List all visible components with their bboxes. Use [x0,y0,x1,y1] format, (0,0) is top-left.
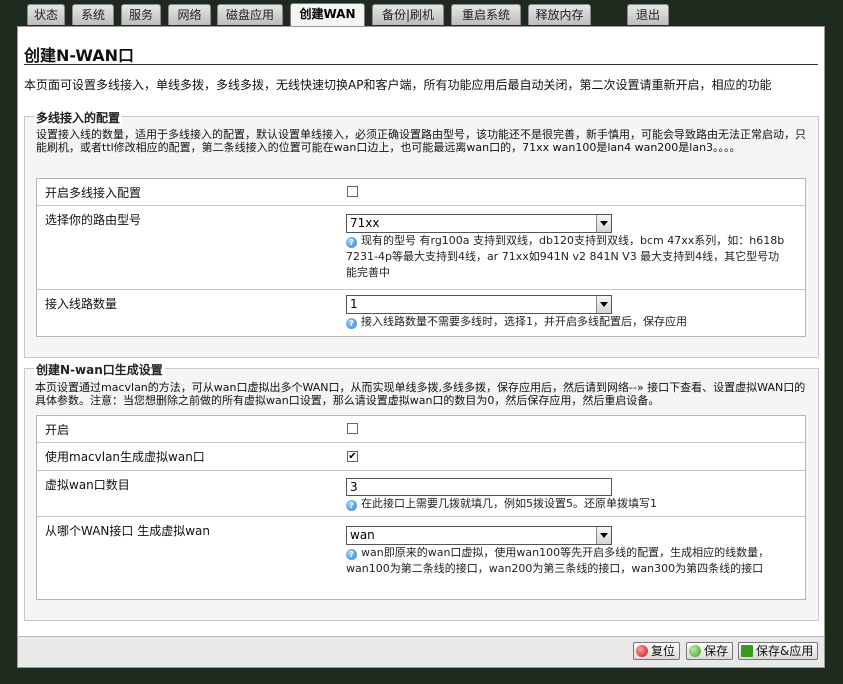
tab-logout[interactable]: 退出 [627,4,669,25]
line-count-hint: ? 接入线路数量不需要多线时，选择1，并开启多线配置后，保存应用 [346,314,786,330]
save-button-label: 保存 [704,644,729,658]
nwan-description: 本页设置通过macvlan的方法，可从wan口虚拟出多个WAN口，从而实现单线多… [35,381,806,407]
vwan-count-label: 虚拟wan口数目 [45,478,130,492]
tab-disk-apps[interactable]: 磁盘应用 [217,4,283,25]
vwan-count-input[interactable]: 3 [346,478,612,496]
source-wan-label: 从哪个WAN接口 生成虚拟wan [45,524,210,538]
router-model-hint-text: 现有的型号 有rg100a 支持到双线，db120支持到双线，bcm 47xx系… [346,234,785,279]
multi-line-legend: 多线接入的配置 [34,109,123,126]
vwan-count-hint-text: 在此接口上需要几拨就填几，例如5拨设置5。还原单拨填写1 [361,497,657,510]
chevron-down-icon [596,296,611,313]
tab-reboot[interactable]: 重启系统 [451,4,521,25]
multi-line-table: 开启多线接入配置 选择你的路由型号 71xx ? 现有的型号 有rg100a 支持… [36,178,806,337]
macvlan-row: 使用macvlan生成虚拟wan口 ✔ [37,443,805,471]
vwan-count-hint: ? 在此接口上需要几拨就填几，例如5拨设置5。还原单拨填写1 [346,496,786,512]
source-wan-row: 从哪个WAN接口 生成虚拟wan wan ? wan即原来的wan口虚拟，使用wa… [37,517,805,600]
tab-free-memory[interactable]: 释放内存 [528,4,591,25]
line-count-hint-text: 接入线路数量不需要多线时，选择1，并开启多线配置后，保存应用 [361,315,687,328]
help-icon: ? [346,549,357,560]
apply-icon [741,645,753,657]
tab-system[interactable]: 系统 [72,4,114,25]
help-icon: ? [346,237,357,248]
help-icon: ? [346,318,357,329]
chevron-down-icon [596,215,611,232]
tab-create-wan[interactable]: 创建WAN [290,3,365,27]
router-model-select[interactable]: 71xx [346,214,612,233]
save-button[interactable]: 保存 [686,642,733,660]
reset-button-label: 复位 [651,644,676,658]
nwan-enable-label: 开启 [45,423,70,437]
multi-line-enable-row: 开启多线接入配置 [37,179,805,206]
tab-services[interactable]: 服务 [121,4,161,25]
help-icon: ? [346,500,357,511]
line-count-select[interactable]: 1 [346,295,612,314]
top-tab-bar: 状态 系统 服务 网络 磁盘应用 创建WAN 备份|刷机 重启系统 释放内存 退… [0,0,843,27]
source-wan-value: wan [350,528,375,542]
router-model-hint: ? 现有的型号 有rg100a 支持到双线，db120支持到双线，bcm 47xx… [346,233,786,281]
source-wan-select[interactable]: wan [346,526,612,545]
vwan-count-row: 虚拟wan口数目 3 ? 在此接口上需要几拨就填几，例如5拨设置5。还原单拨填写1 [37,471,805,517]
line-count-value: 1 [350,297,358,311]
source-wan-hint: ? wan即原来的wan口虚拟，使用wan100等先开启多线的配置，生成相应的线数… [346,545,782,577]
save-apply-button-label: 保存&应用 [756,644,814,658]
line-count-row: 接入线路数量 1 ? 接入线路数量不需要多线时，选择1，并开启多线配置后，保存应用 [37,290,805,337]
nwan-legend: 创建N-wan口生成设置 [34,361,165,378]
nwan-table: 开启 使用macvlan生成虚拟wan口 ✔ 虚拟wan口数目 3 ? 在此接口上… [36,415,806,600]
tab-network[interactable]: 网络 [168,4,211,25]
page-title: 创建N-WAN口 [24,46,135,65]
reset-button[interactable]: 复位 [633,642,680,660]
macvlan-label: 使用macvlan生成虚拟wan口 [45,450,205,464]
source-wan-hint-text: wan即原来的wan口虚拟，使用wan100等先开启多线的配置，生成相应的线数量… [346,546,770,575]
save-apply-button[interactable]: 保存&应用 [738,642,818,660]
router-model-value: 71xx [350,216,380,230]
multi-line-enable-label: 开启多线接入配置 [45,186,142,200]
macvlan-checkbox[interactable]: ✔ [347,451,358,462]
multi-line-description: 设置接入线的数量，适用于多线接入的配置，默认设置单线接入，必须正确设置路由型号，… [36,128,806,154]
chevron-down-icon [596,527,611,544]
tab-status[interactable]: 状态 [27,4,65,25]
nwan-enable-checkbox[interactable] [347,423,358,434]
router-model-label: 选择你的路由型号 [45,213,142,227]
multi-line-enable-checkbox[interactable] [347,186,358,197]
check-icon [689,645,701,657]
page-description: 本页面可设置多线接入，单线多拨，多线多拨，无线快速切换AP和客户端，所有功能应用… [24,78,772,92]
nwan-enable-row: 开启 [37,416,805,443]
tab-backup-flash[interactable]: 备份|刷机 [372,4,444,25]
router-model-row: 选择你的路由型号 71xx ? 现有的型号 有rg100a 支持到双线，db120… [37,206,805,290]
line-count-label: 接入线路数量 [45,297,118,311]
reset-icon [636,645,648,657]
title-divider [24,64,818,65]
